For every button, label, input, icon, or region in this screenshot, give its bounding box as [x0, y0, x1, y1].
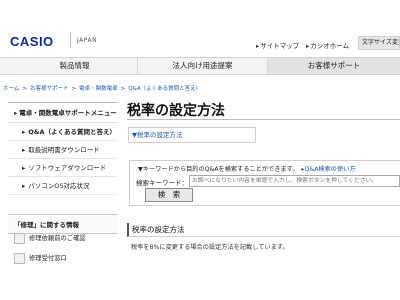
breadcrumb-separator: >	[120, 86, 126, 92]
arrow-right-icon: ▸	[22, 128, 26, 136]
arrow-right-icon: ▸	[22, 182, 26, 190]
breadcrumb-support[interactable]: お客様サポート	[30, 86, 69, 92]
breadcrumb-separator: >	[22, 86, 27, 92]
search-button[interactable]: 検 索	[145, 188, 193, 202]
logo-divider	[70, 33, 71, 47]
sidebar-item-label: ソフトウェアダウンロード	[28, 164, 107, 172]
nav-business[interactable]: 法人向け用途提案	[138, 58, 268, 74]
sidebar-item-qa[interactable]: ▸ Q&A（よくある質問と答え）	[8, 123, 118, 141]
arrow-right-icon: ▸	[306, 42, 310, 50]
sidebar-item-software[interactable]: ▸ ソフトウェアダウンロード	[8, 159, 118, 177]
global-nav: 製品情報 法人向け用途提案 お客様サポート	[0, 57, 400, 75]
sitemap-link[interactable]: ▸サイトマップ	[256, 40, 299, 50]
sidebar-menu: ▸ 電卓・関数電卓サポートメニュー ▸ Q&A（よくある質問と答え） ▸ 取扱説明書ダ…	[8, 102, 118, 195]
repair-desk-label: 修理受付窓口	[29, 255, 67, 262]
phone-icon	[14, 252, 25, 264]
title-divider	[127, 119, 400, 120]
wrench-icon	[14, 232, 25, 244]
toc-link-label: 税率の設定方法	[137, 131, 183, 139]
sidebar-item-manuals[interactable]: ▸ 取扱説明書ダウンロード	[8, 141, 118, 159]
casio-logo[interactable]: CASIO	[10, 34, 54, 49]
qa-help-link[interactable]: ▸Q&A検索の使い方	[301, 166, 355, 173]
breadcrumb-qa[interactable]: Q&A（よくある質問と答え）	[128, 86, 201, 92]
sidebar-item-label: 取扱説明書ダウンロード	[28, 146, 100, 154]
repair-desk-link[interactable]: 修理受付窓口	[14, 252, 118, 268]
repair-check-label: 修理依頼前のご確認	[29, 235, 86, 242]
site-header: CASIO JAPAN ▸サイトマップ ▸カシオホーム 文字サイズ変更	[0, 0, 400, 55]
keyword-input[interactable]	[189, 175, 400, 187]
arrow-right-icon: ▸	[22, 164, 26, 172]
qa-help-link-label: Q&A検索の使い方	[304, 166, 356, 173]
page-title: 税率の設定方法	[127, 103, 225, 119]
section-description: 税率を8%に変更する場合の設定方法を記載しています。	[131, 244, 289, 251]
sidebar-item-label: パソコンOS対応状況	[28, 182, 90, 190]
repair-info-heading: 「修理」に関する情報	[8, 214, 118, 234]
breadcrumb-separator: >	[71, 86, 77, 92]
section-title: 税率の設定方法	[127, 223, 400, 237]
search-guide-text: ▼キーワードから目的のQ&Aを検索することができます。	[138, 166, 299, 173]
region-label: JAPAN	[77, 37, 98, 44]
keyword-label: 検索キーワード：	[136, 179, 188, 187]
casio-home-link[interactable]: ▸カシオホーム	[306, 40, 349, 50]
arrow-right-icon: ▸	[256, 42, 260, 50]
repair-check-link[interactable]: 修理依頼前のご確認	[14, 232, 118, 248]
sidebar-heading[interactable]: ▸ 電卓・関数電卓サポートメニュー	[8, 102, 118, 123]
casio-home-link-label: カシオホーム	[310, 42, 350, 50]
nav-support[interactable]: お客様サポート	[268, 58, 400, 74]
toc-link[interactable]: ▼税率の設定方法	[128, 127, 256, 143]
breadcrumb-calculator[interactable]: 電卓・関数電卓	[79, 86, 118, 92]
breadcrumb: ホーム > お客様サポート > 電卓・関数電卓 > Q&A（よくある質問と答え）	[3, 84, 201, 92]
sidebar-item-os-support[interactable]: ▸ パソコンOS対応状況	[8, 177, 118, 195]
arrow-right-icon: ▸	[22, 146, 26, 154]
arrow-right-icon: ▸	[14, 109, 18, 117]
sidebar-item-label: Q&A（よくある質問と答え）	[28, 128, 116, 136]
sidebar-heading-label: 電卓・関数電卓サポートメニュー	[19, 109, 117, 117]
breadcrumb-home[interactable]: ホーム	[3, 86, 19, 92]
nav-products[interactable]: 製品情報	[0, 58, 138, 74]
search-guide: ▼キーワードから目的のQ&Aを検索することができます。 ▸Q&A検索の使い方	[138, 164, 356, 173]
font-size-button[interactable]: 文字サイズ変更	[358, 36, 400, 50]
sitemap-link-label: サイトマップ	[260, 42, 300, 50]
